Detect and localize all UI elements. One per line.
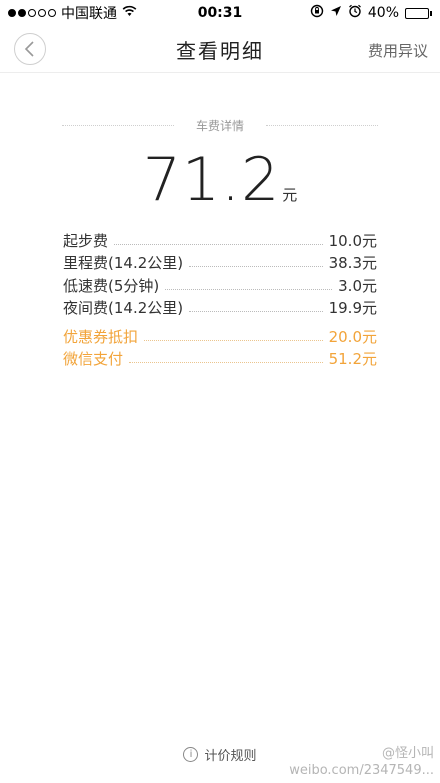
fare-detail-card: 车费详情 71.2 元 起步费 10.0元 里程费(14.2公里) 38.3元 低速费… [0, 72, 440, 783]
chevron-left-icon [24, 41, 34, 57]
battery-icon [405, 7, 432, 19]
pricing-rules-label: 计价规则 [204, 749, 257, 764]
watermark-handle: @怪小叫 [381, 746, 434, 761]
fee-label: 夜间费(14.2公里) [63, 299, 184, 318]
fee-value: 10.0元 [328, 231, 377, 250]
payment-row-coupon: 优惠券抵扣 20.0元 [63, 325, 377, 348]
page-title: 查看明细 [176, 38, 264, 63]
fee-label: 里程费(14.2公里) [63, 254, 184, 273]
payment-label: 微信支付 [63, 350, 124, 369]
total-amount: 71.2 [142, 145, 281, 215]
wifi-icon [122, 5, 137, 21]
total-fare: 71.2 元 [0, 145, 440, 215]
fee-row-low-speed: 低速费(5分钟) 3.0元 [63, 274, 377, 297]
status-bar: 中国联通 00:31 40% [0, 0, 440, 26]
payment-row-wechat: 微信支付 51.2元 [63, 348, 377, 371]
fee-label: 起步费 [63, 231, 109, 250]
divider [266, 125, 378, 126]
fee-value: 3.0元 [338, 276, 377, 295]
info-icon: i [183, 747, 199, 762]
fee-value: 38.3元 [328, 254, 377, 273]
nav-bar: 查看明细 费用异议 [0, 26, 440, 72]
battery-percent: 40% [367, 5, 399, 21]
fee-row-distance: 里程费(14.2公里) 38.3元 [63, 252, 377, 275]
payment-label: 优惠券抵扣 [63, 327, 139, 346]
watermark-url: weibo.com/2347549... [289, 763, 434, 778]
rotation-lock-icon [310, 4, 324, 22]
fee-row-base: 起步费 10.0元 [63, 229, 377, 252]
signal-strength-icon [8, 9, 56, 17]
alarm-icon [348, 4, 362, 22]
section-header: 车费详情 [62, 115, 378, 135]
total-unit: 元 [282, 186, 298, 204]
back-button[interactable] [14, 33, 46, 65]
fee-dispute-link[interactable]: 费用异议 [368, 40, 428, 61]
carrier-name: 中国联通 [61, 6, 117, 22]
payment-value: 51.2元 [328, 350, 377, 369]
watermark: @怪小叫 weibo.com/2347549... [289, 745, 434, 779]
location-icon [330, 5, 342, 21]
fee-list: 起步费 10.0元 里程费(14.2公里) 38.3元 低速费(5分钟) 3.0元 夜… [63, 229, 377, 370]
fee-label: 低速费(5分钟) [63, 276, 160, 295]
fee-value: 19.9元 [328, 299, 377, 318]
payment-value: 20.0元 [328, 327, 377, 346]
fee-row-night: 夜间费(14.2公里) 19.9元 [63, 297, 377, 320]
